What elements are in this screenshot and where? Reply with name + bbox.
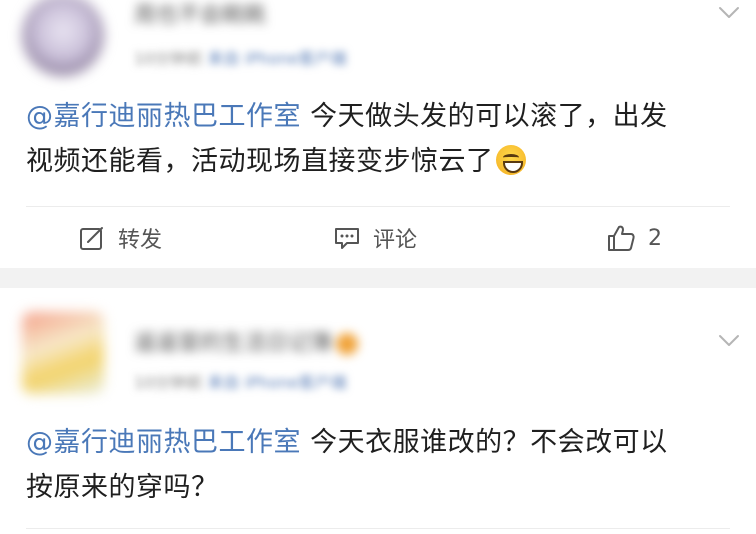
post-meta: 10分钟前 来自 iPhone客户端 [134,48,434,70]
comment-button[interactable]: 评论 [333,218,417,258]
divider [26,206,730,207]
section-separator [0,268,756,288]
avatar[interactable] [22,312,104,394]
chevron-down-icon[interactable] [718,6,740,20]
comment-text-line2: 按原来的穿吗？ [26,472,219,503]
mention-link[interactable]: @嘉行迪丽热巴工作室 [26,427,301,458]
username[interactable]: 周也不会眺眺 [134,2,314,30]
post-source: 来自 iPhone客户端 [207,373,347,392]
username-text: 遥遥冒的生活日记簿 [134,331,333,356]
thumbs-up-icon [608,225,635,251]
repost-label: 转发 [118,228,163,253]
like-count: 2 [648,225,662,251]
user-badge-icon [336,333,359,355]
comment-card: 周也不会眺眺 10分钟前 来自 iPhone客户端 @嘉行迪丽热巴工作室 今天做… [0,0,756,268]
username[interactable]: 遥遥冒的生活日记簿 [134,330,424,358]
post-meta: 10分钟前 来自 iPhone客户端 [134,372,434,394]
action-bar: 转发 评论 2 [0,218,756,258]
comment-card: 遥遥冒的生活日记簿 10分钟前 来自 iPhone客户端 @嘉行迪丽热巴工作室 … [0,288,756,534]
comment-text: @嘉行迪丽热巴工作室 今天衣服谁改的？不会改可以 按原来的穿吗？ [26,420,736,510]
post-source: 来自 iPhone客户端 [207,49,347,68]
comment-feed: 周也不会眺眺 10分钟前 来自 iPhone客户端 @嘉行迪丽热巴工作室 今天做… [0,0,756,534]
post-time: 10分钟前 [134,373,203,392]
repost-button[interactable]: 转发 [78,218,162,258]
comment-text: @嘉行迪丽热巴工作室 今天做头发的可以滚了，出发 视频还能看，活动现场直接变步惊… [26,94,736,184]
comment-icon [335,228,359,249]
mention-link[interactable]: @嘉行迪丽热巴工作室 [26,101,301,132]
comment-text-line2: 视频还能看，活动现场直接变步惊云了 [26,146,494,177]
comment-text-line1: 今天做头发的可以滚了，出发 [301,101,668,132]
divider [26,528,730,529]
avatar[interactable] [22,0,104,76]
laughing-emoji-icon [495,145,526,175]
repost-icon [80,227,103,250]
post-time: 10分钟前 [134,49,203,68]
comment-text-line1: 今天衣服谁改的？不会改可以 [301,427,668,458]
comment-label: 评论 [373,228,418,253]
chevron-down-icon[interactable] [718,334,740,348]
like-button[interactable]: 2 [606,218,662,258]
